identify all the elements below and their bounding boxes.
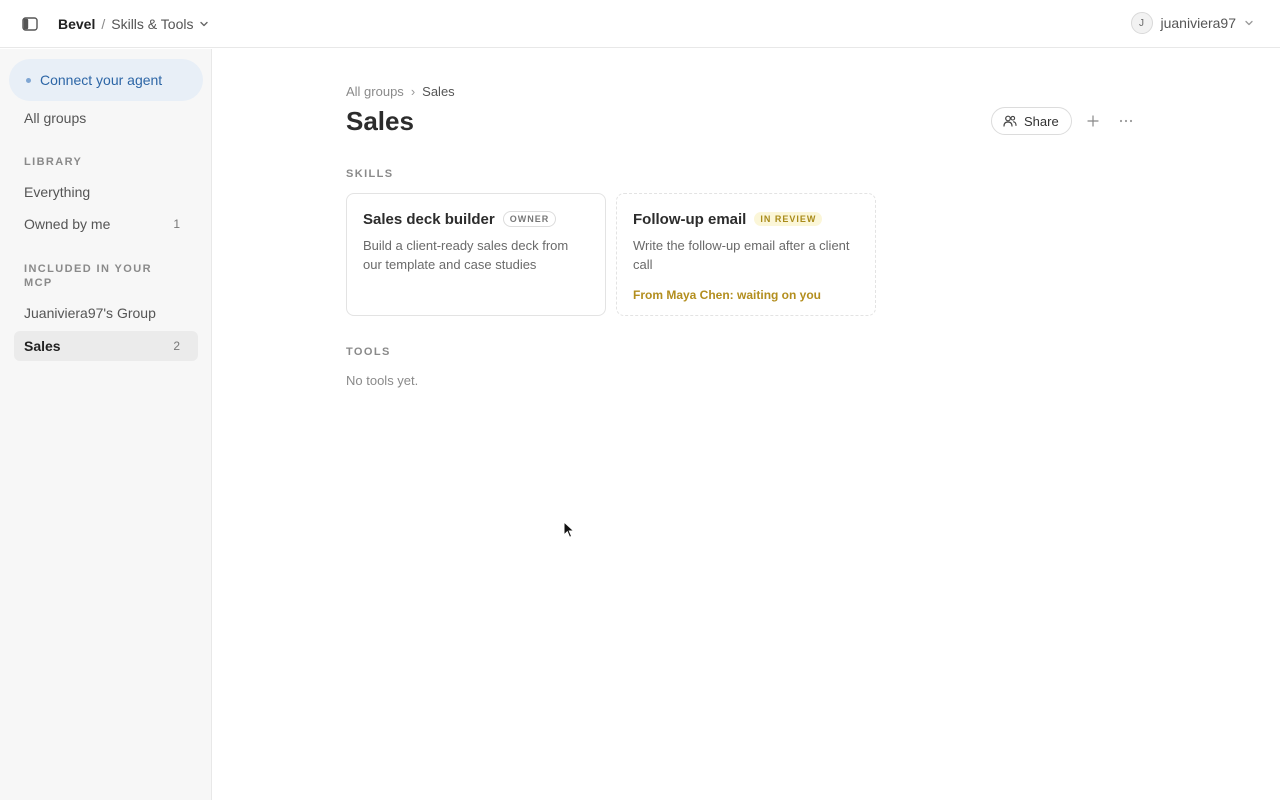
in-review-badge: IN REVIEW (754, 212, 823, 226)
share-button[interactable]: Share (991, 107, 1072, 135)
share-label: Share (1024, 113, 1059, 129)
sidebar-item-label: Juaniviera97's Group (24, 305, 156, 321)
sidebar-item-everything[interactable]: Everything (14, 177, 198, 207)
tools-heading: TOOLS (346, 346, 391, 358)
plus-icon (1087, 115, 1099, 127)
user-menu[interactable]: J juaniviera97 (1130, 12, 1255, 34)
breadcrumb-chevron-icon: › (410, 84, 416, 99)
chevron-down-icon (200, 21, 209, 27)
breadcrumb: All groups › Sales (346, 84, 455, 99)
app-breadcrumb-separator: / (101, 16, 106, 32)
skill-card-sales-deck-builder[interactable]: Sales deck builder OWNER Build a client-… (346, 193, 606, 316)
sidebar-item-all-groups[interactable]: All groups (14, 103, 198, 133)
avatar: J (1130, 12, 1153, 34)
connect-agent-button[interactable]: Connect your agent (9, 59, 203, 101)
sidebar-toggle-button[interactable] (21, 15, 39, 33)
sidebar-item-count: 1 (173, 217, 180, 231)
add-button[interactable] (1081, 109, 1105, 133)
app-name[interactable]: Bevel (58, 15, 95, 33)
owner-badge: OWNER (502, 211, 557, 227)
skill-title: Sales deck builder (363, 210, 495, 228)
skills-heading: SKILLS (346, 168, 394, 180)
page-actions: Share (991, 107, 1138, 135)
section-switcher-button[interactable] (199, 19, 209, 29)
sidebar-item-label: Sales (24, 338, 61, 354)
page-title: Sales (346, 106, 414, 136)
mcp-heading: INCLUDED IN YOUR MCP (24, 263, 152, 289)
breadcrumb-current: Sales (422, 84, 455, 99)
sidebar-panel-icon (22, 17, 38, 31)
section-name[interactable]: Skills & Tools (111, 15, 193, 33)
skill-description: Write the follow-up email after a client… (633, 238, 850, 272)
library-heading: LIBRARY (24, 156, 83, 168)
more-options-button[interactable] (1114, 109, 1138, 133)
skill-title: Follow-up email (633, 210, 747, 228)
sidebar-item-juaniviera97-group[interactable]: Juaniviera97's Group (14, 298, 198, 328)
connect-agent-label: Connect your agent (40, 72, 163, 88)
app-breadcrumb: Bevel / Skills & Tools (58, 15, 209, 33)
more-horizontal-icon (1119, 119, 1132, 123)
sidebar-item-count: 2 (173, 339, 180, 353)
sidebar-item-owned-by-me[interactable]: Owned by me 1 (14, 209, 198, 239)
breadcrumb-all-groups[interactable]: All groups (346, 84, 404, 99)
skill-description: Build a client-ready sales deck from our… (363, 238, 569, 272)
users-icon (1003, 115, 1017, 127)
sidebar: Connect your agent All groups LIBRARY Ev… (0, 49, 212, 800)
tools-empty-state: No tools yet. (346, 373, 419, 388)
status-dot-icon (26, 77, 31, 83)
mouse-cursor-icon (563, 521, 575, 538)
sidebar-item-label: Owned by me (24, 216, 111, 232)
review-note: From Maya Chen: waiting on you (633, 288, 822, 302)
skill-card-follow-up-email[interactable]: Follow-up email IN REVIEW Write the foll… (616, 193, 876, 316)
sidebar-item-sales[interactable]: Sales 2 (14, 331, 198, 361)
top-bar: Bevel / Skills & Tools J juaniviera97 (0, 0, 1280, 48)
sidebar-item-label: Everything (24, 184, 91, 200)
chevron-down-icon (1245, 20, 1253, 26)
username: juaniviera97 (1160, 15, 1237, 31)
sidebar-item-label: All groups (24, 110, 87, 126)
